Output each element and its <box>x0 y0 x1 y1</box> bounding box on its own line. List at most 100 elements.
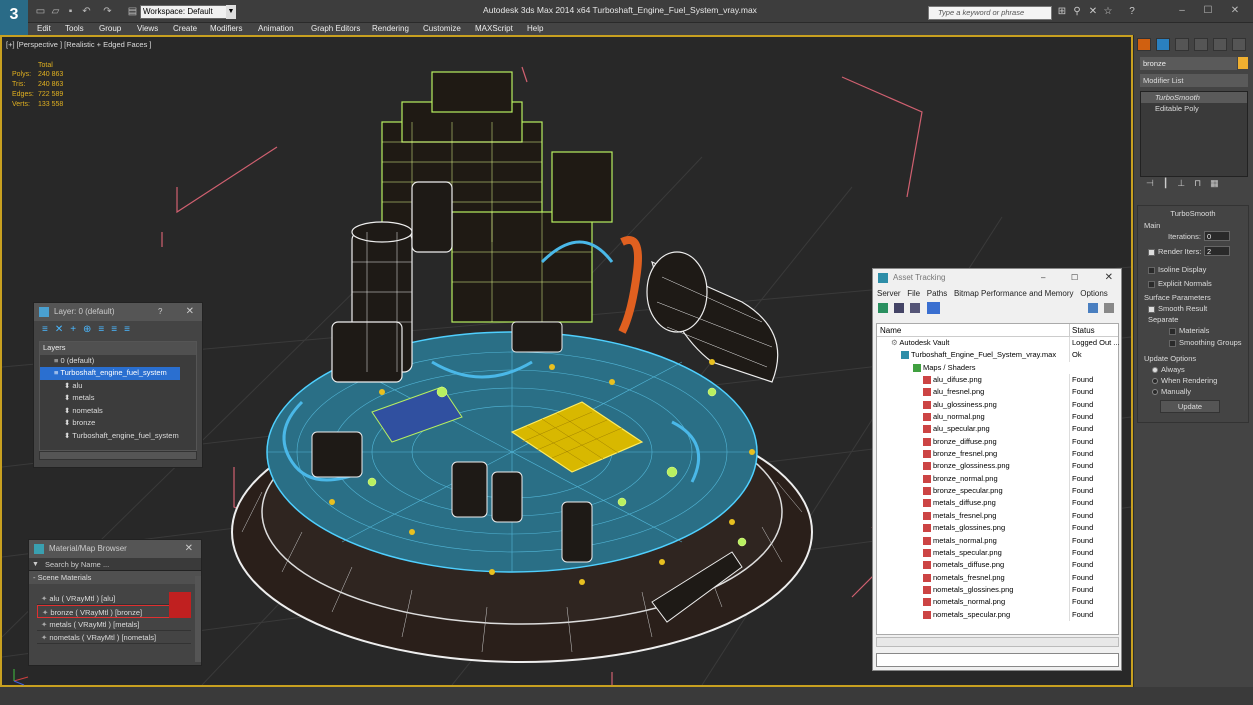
layer-panel-title-bar[interactable]: Layer: 0 (default) ? ✕ <box>34 303 202 321</box>
close-icon[interactable]: ✕ <box>186 303 194 321</box>
menu-views[interactable]: Views <box>137 23 158 35</box>
hierarchy-tab-icon[interactable] <box>1175 38 1189 51</box>
update-button[interactable]: Update <box>1160 400 1220 413</box>
engine-fuel-system-model[interactable] <box>152 62 952 692</box>
material-browser-title-bar[interactable]: Material/Map Browser ✕ <box>29 540 201 558</box>
menu-group[interactable]: Group <box>99 23 121 35</box>
column-name[interactable]: Name <box>880 324 901 337</box>
menu-server[interactable]: Server <box>877 289 901 298</box>
material-item-selected[interactable]: ✦ bronze ( VRayMtl ) [bronze] <box>37 605 191 618</box>
motion-tab-icon[interactable] <box>1194 38 1208 51</box>
help-button[interactable]: ? <box>158 303 162 321</box>
material-item[interactable]: ✦ metals ( VRayMtl ) [metals] <box>37 618 191 631</box>
layer-object-row[interactable]: ⬍ nometals <box>40 405 196 418</box>
subscription-icon[interactable]: ✕ <box>1087 6 1099 18</box>
material-item[interactable]: ✦ alu ( VRayMtl ) [alu] <box>37 592 191 605</box>
when-rendering-radio[interactable]: When Rendering <box>1152 376 1217 385</box>
display-tab-icon[interactable] <box>1213 38 1227 51</box>
table-row[interactable]: Turboshaft_Engine_Fuel_System_vray.max O… <box>877 349 1118 362</box>
star-icon[interactable]: ☆ <box>1102 6 1114 18</box>
search-input[interactable]: Type a keyword or phrase <box>928 6 1052 20</box>
column-status[interactable]: Status <box>1069 324 1095 337</box>
app-logo-icon[interactable]: 3 <box>0 0 28 35</box>
menu-modifiers[interactable]: Modifiers <box>210 23 242 35</box>
menu-customize[interactable]: Customize <box>423 23 461 35</box>
vertical-scrollbar[interactable] <box>195 576 201 662</box>
table-row[interactable]: ⚙ Autodesk Vault Logged Out ... <box>877 337 1120 350</box>
map-row[interactable]: nometals_normal.png Found <box>877 596 1118 609</box>
map-row[interactable]: nometals_fresnel.png Found <box>877 571 1118 584</box>
map-row[interactable]: alu_specular.png Found <box>877 423 1118 436</box>
menu-maxscript[interactable]: MAXScript <box>475 23 513 35</box>
map-row[interactable]: metals_diffuse.png Found <box>877 497 1118 510</box>
table-row[interactable]: Maps / Shaders <box>877 362 1118 374</box>
material-map-browser-panel[interactable]: Material/Map Browser ✕ ▼ Search by Name … <box>28 539 202 666</box>
help-icon[interactable] <box>1088 303 1098 313</box>
layer-object-row[interactable]: ⬍ alu <box>40 380 196 393</box>
menu-file[interactable]: File <box>907 289 920 298</box>
asset-tracking-title-bar[interactable]: Asset Tracking – ☐ ✕ <box>873 269 1121 287</box>
explicit-normals-checkbox[interactable]: Explicit Normals <box>1148 279 1212 288</box>
map-row[interactable]: metals_fresnel.png Found <box>877 509 1118 523</box>
layer-row[interactable]: ≡ 0 (default) <box>40 355 196 368</box>
menu-edit[interactable]: Edit <box>37 23 51 35</box>
menu-paths[interactable]: Paths <box>927 289 947 298</box>
material-search-input[interactable]: ▼ Search by Name ... <box>29 558 201 571</box>
horizontal-scrollbar[interactable] <box>876 637 1119 647</box>
asset-path-field[interactable] <box>876 653 1119 667</box>
map-row[interactable]: bronze_glossiness.png Found <box>877 460 1118 473</box>
asset-tracking-window[interactable]: Asset Tracking – ☐ ✕ Server File Paths B… <box>872 268 1122 671</box>
minimize-icon[interactable]: – <box>1175 4 1189 18</box>
settings-icon[interactable] <box>1104 303 1114 313</box>
undo-icon[interactable]: ↶ <box>80 6 93 17</box>
map-row[interactable]: metals_specular.png Found <box>877 546 1118 560</box>
open-file-icon[interactable]: ▱ <box>49 6 62 17</box>
menu-create[interactable]: Create <box>173 23 197 35</box>
menu-help[interactable]: Help <box>527 23 543 35</box>
stack-item-turbosmooth[interactable]: TurboSmooth <box>1141 92 1247 103</box>
map-row[interactable]: alu_difuse.png Found <box>877 374 1118 387</box>
project-folder-icon[interactable]: ▤ <box>126 6 139 17</box>
materials-checkbox[interactable]: Materials <box>1169 326 1209 335</box>
isoline-checkbox[interactable]: Isoline Display <box>1148 265 1206 274</box>
close-icon[interactable]: ✕ <box>1228 4 1242 18</box>
map-row[interactable]: bronze_normal.png Found <box>877 472 1118 486</box>
binoculars-icon[interactable]: ⊞ <box>1056 6 1068 18</box>
menu-animation[interactable]: Animation <box>258 23 294 35</box>
horizontal-scrollbar[interactable] <box>39 451 197 460</box>
render-iters-checkbox[interactable]: Render Iters: <box>1148 247 1201 256</box>
search-options-icon[interactable]: ▼ <box>32 558 39 571</box>
manually-radio[interactable]: Manually <box>1152 387 1191 396</box>
smoothing-groups-checkbox[interactable]: Smoothing Groups <box>1169 338 1242 347</box>
map-row[interactable]: alu_fresnel.png Found <box>877 386 1118 399</box>
layer-row-selected[interactable]: ≡ Turboshaft_engine_fuel_system <box>40 367 180 380</box>
save-icon[interactable]: ▪ <box>64 6 77 17</box>
material-item[interactable]: ✦ nometals ( VRayMtl ) [nometals] <box>37 631 191 644</box>
map-row[interactable]: alu_glossiness.png Found <box>877 398 1118 412</box>
scene-materials-group[interactable]: - Scene Materials <box>29 571 201 584</box>
rollout-title[interactable]: TurboSmooth <box>1138 209 1248 218</box>
layer-explorer-panel[interactable]: Layer: 0 (default) ? ✕ ≡✕+⊕≡≡≡ Layers ≡ … <box>33 302 203 468</box>
menu-graph-editors[interactable]: Graph Editors <box>311 23 360 35</box>
map-row[interactable]: nometals_specular.png Found <box>877 608 1118 621</box>
map-row[interactable]: nometals_glossines.png Found <box>877 583 1118 597</box>
layer-object-row[interactable]: ⬍ bronze <box>40 417 196 430</box>
maximize-icon[interactable]: ☐ <box>1201 4 1215 18</box>
minimize-icon[interactable]: – <box>1041 269 1045 287</box>
close-icon[interactable]: ✕ <box>185 540 193 558</box>
menu-bitmap-performance[interactable]: Bitmap Performance and Memory <box>954 289 1074 298</box>
map-row[interactable]: metals_normal.png Found <box>877 534 1118 547</box>
modify-tab-icon[interactable] <box>1156 38 1170 51</box>
stack-toolbar[interactable]: ⊣┃⊥⊓▦ <box>1140 178 1248 192</box>
layers-list[interactable]: Layers ≡ 0 (default) ≡ Turboshaft_engine… <box>39 341 197 451</box>
menu-options[interactable]: Options <box>1080 289 1108 298</box>
iterations-spinner[interactable]: 0 <box>1204 231 1230 241</box>
utilities-tab-icon[interactable] <box>1232 38 1246 51</box>
stack-item-editable-poly[interactable]: Editable Poly <box>1141 103 1247 114</box>
smooth-result-checkbox[interactable]: Smooth Result <box>1148 304 1207 313</box>
map-row[interactable]: bronze_diffuse.png Found <box>877 435 1118 449</box>
always-radio[interactable]: Always <box>1152 365 1185 374</box>
key-icon[interactable]: ⚲ <box>1071 6 1083 18</box>
new-file-icon[interactable]: ▭ <box>34 6 47 17</box>
close-icon[interactable]: ✕ <box>1105 269 1113 287</box>
